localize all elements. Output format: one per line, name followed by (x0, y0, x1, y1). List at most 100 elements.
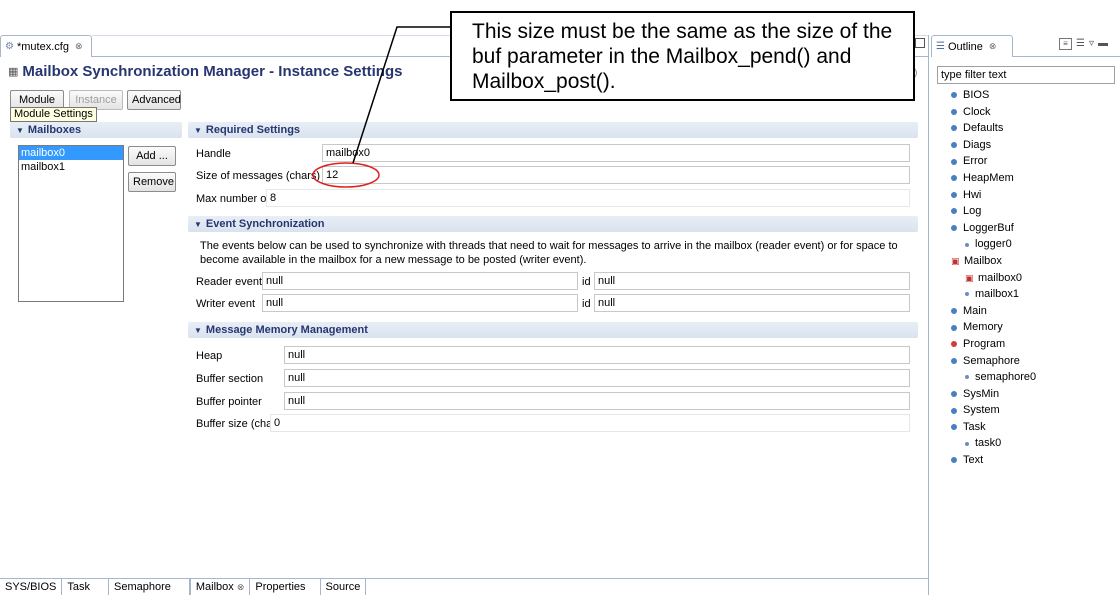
outline-item[interactable]: Program (929, 336, 1120, 353)
reader-event-field[interactable]: null (262, 272, 578, 290)
mailboxes-header-label: Mailboxes (27, 124, 82, 136)
reader-event-label: Reader event (196, 276, 263, 288)
outline-item[interactable]: SysMin (929, 386, 1120, 403)
module-bullet-icon (965, 292, 969, 297)
minimize-icon[interactable]: ▬ (1098, 38, 1108, 50)
outline-item[interactable]: ▣ Mailbox (929, 253, 1120, 270)
module-bullet-icon (951, 92, 957, 99)
outline-tab-label: Outline (947, 40, 983, 53)
outline-item[interactable]: HeapMem (929, 170, 1120, 187)
heap-field[interactable]: null (284, 346, 910, 364)
mailboxes-list[interactable]: mailbox0 mailbox1 (18, 145, 124, 302)
outline-item[interactable]: task0 (929, 435, 1120, 452)
close-icon[interactable]: ⊗ (989, 41, 997, 52)
required-settings-header[interactable]: ▼ Required Settings (188, 122, 918, 138)
page-title-text: Mailbox Synchronization Manager - Instan… (22, 63, 403, 80)
outline-item[interactable]: Error (929, 153, 1120, 170)
tree-view-icon[interactable]: ☰ (1076, 38, 1085, 50)
outline-item[interactable]: Main (929, 303, 1120, 320)
close-icon[interactable]: ⊗ (237, 582, 245, 592)
outline-item-label: Hwi (963, 188, 982, 201)
reader-id-label: id (582, 276, 591, 288)
outline-item-label: mailbox1 (975, 288, 1020, 301)
mailbox-icon: ▣ (951, 255, 960, 266)
reader-id-field[interactable]: null (594, 272, 910, 290)
event-sync-header[interactable]: ▼ Event Synchronization (188, 216, 918, 232)
buffer-size-field[interactable]: 0 (270, 414, 910, 432)
outline-filter-input[interactable]: type filter text (937, 66, 1115, 84)
outline-tree: BIOS Clock Defaults Diags Error HeapMem Hwi Log… (929, 87, 1120, 469)
view-menu-icon[interactable]: ▿ (1089, 38, 1094, 50)
outline-item[interactable]: Task (929, 419, 1120, 436)
outline-item[interactable]: semaphore0 (929, 369, 1120, 386)
add-mailbox-button[interactable]: Add ... (128, 146, 176, 166)
collapse-icon: ▼ (194, 126, 202, 135)
outline-item[interactable]: LoggerBuf (929, 220, 1120, 237)
maximize-icon[interactable] (915, 38, 925, 48)
buffer-pointer-field[interactable]: null (284, 392, 910, 410)
outline-item[interactable]: Clock (929, 104, 1120, 121)
outline-item-label: logger0 (975, 238, 1012, 251)
outline-item[interactable]: logger0 (929, 236, 1120, 253)
max-messages-field[interactable]: 8 (266, 189, 910, 207)
module-bullet-icon (951, 191, 957, 198)
module-bullet-icon (951, 158, 957, 165)
outline-item[interactable]: Hwi (929, 187, 1120, 204)
memory-management-label: Message Memory Management (205, 324, 368, 336)
outline-item[interactable]: Memory (929, 319, 1120, 336)
buffer-section-field[interactable]: null (284, 369, 910, 387)
handle-label: Handle (196, 148, 231, 160)
list-item[interactable]: mailbox0 (19, 146, 123, 160)
required-settings-label: Required Settings (205, 124, 301, 136)
size-of-messages-label: Size of messages (chars) (196, 170, 321, 182)
tab-semaphore[interactable]: Semaphore (109, 579, 190, 595)
outline-panel: ☰ Outline ⊗ ≡ ☰ ▿ ▬ type filter text BIO… (928, 35, 1120, 595)
editor-tab-label: *mutex.cfg (16, 40, 69, 53)
tab-mailbox[interactable]: Mailbox ⊗ (189, 579, 251, 595)
tab-outline[interactable]: ☰ Outline ⊗ (931, 35, 1013, 57)
tab-mailbox-label: Mailbox (195, 581, 234, 593)
outline-item-label: mailbox0 (978, 271, 1023, 284)
handle-field[interactable]: mailbox0 (322, 144, 910, 162)
tab-sys-bios[interactable]: SYS/BIOS (0, 579, 63, 595)
outline-item-label: task0 (975, 437, 1002, 450)
remove-mailbox-button[interactable]: Remove (128, 172, 176, 192)
outline-item-label: semaphore0 (975, 371, 1037, 384)
tab-source[interactable]: Source (321, 579, 367, 595)
editor-tab-mutex-cfg[interactable]: ⚙ *mutex.cfg ⊗ (0, 35, 92, 57)
outline-item-label: Task (963, 420, 986, 433)
buffer-pointer-label: Buffer pointer (196, 396, 262, 408)
writer-id-field[interactable]: null (594, 294, 910, 312)
outline-item[interactable]: Defaults (929, 120, 1120, 137)
close-icon[interactable]: ⊗ (75, 41, 83, 52)
outline-item[interactable]: System (929, 402, 1120, 419)
outline-item[interactable]: Diags (929, 137, 1120, 154)
list-view-icon[interactable]: ≡ (1059, 38, 1072, 50)
advanced-button[interactable]: Advanced (127, 90, 181, 110)
outline-item-label: Main (963, 304, 987, 317)
outline-item-label: Clock (963, 105, 991, 118)
outline-item-label: Defaults (963, 122, 1004, 135)
outline-item-label: System (963, 404, 1000, 417)
writer-event-field[interactable]: null (262, 294, 578, 312)
outline-item[interactable]: Text (929, 452, 1120, 469)
outline-tab-strip (1013, 56, 1120, 57)
outline-item-label: Log (963, 205, 982, 218)
outline-item[interactable]: BIOS (929, 87, 1120, 104)
memory-management-header[interactable]: ▼ Message Memory Management (188, 322, 918, 338)
outline-item[interactable]: ▣ mailbox0 (929, 270, 1120, 287)
outline-icon: ☰ (936, 41, 945, 52)
list-item[interactable]: mailbox1 (19, 160, 123, 174)
module-bullet-icon (951, 357, 957, 364)
writer-id-label: id (582, 298, 591, 310)
module-bullet-icon (951, 324, 957, 331)
mailbox-icon: ▣ (965, 272, 974, 283)
tab-properties[interactable]: Properties (250, 579, 321, 595)
outline-item[interactable]: Semaphore (929, 353, 1120, 370)
size-of-messages-field[interactable]: 12 (322, 166, 910, 184)
tab-task[interactable]: Task (62, 579, 109, 595)
mailboxes-section-header[interactable]: ▼ Mailboxes (10, 122, 182, 138)
outline-item[interactable]: mailbox1 (929, 286, 1120, 303)
outline-item[interactable]: Log (929, 203, 1120, 220)
module-bullet-icon (951, 390, 957, 397)
